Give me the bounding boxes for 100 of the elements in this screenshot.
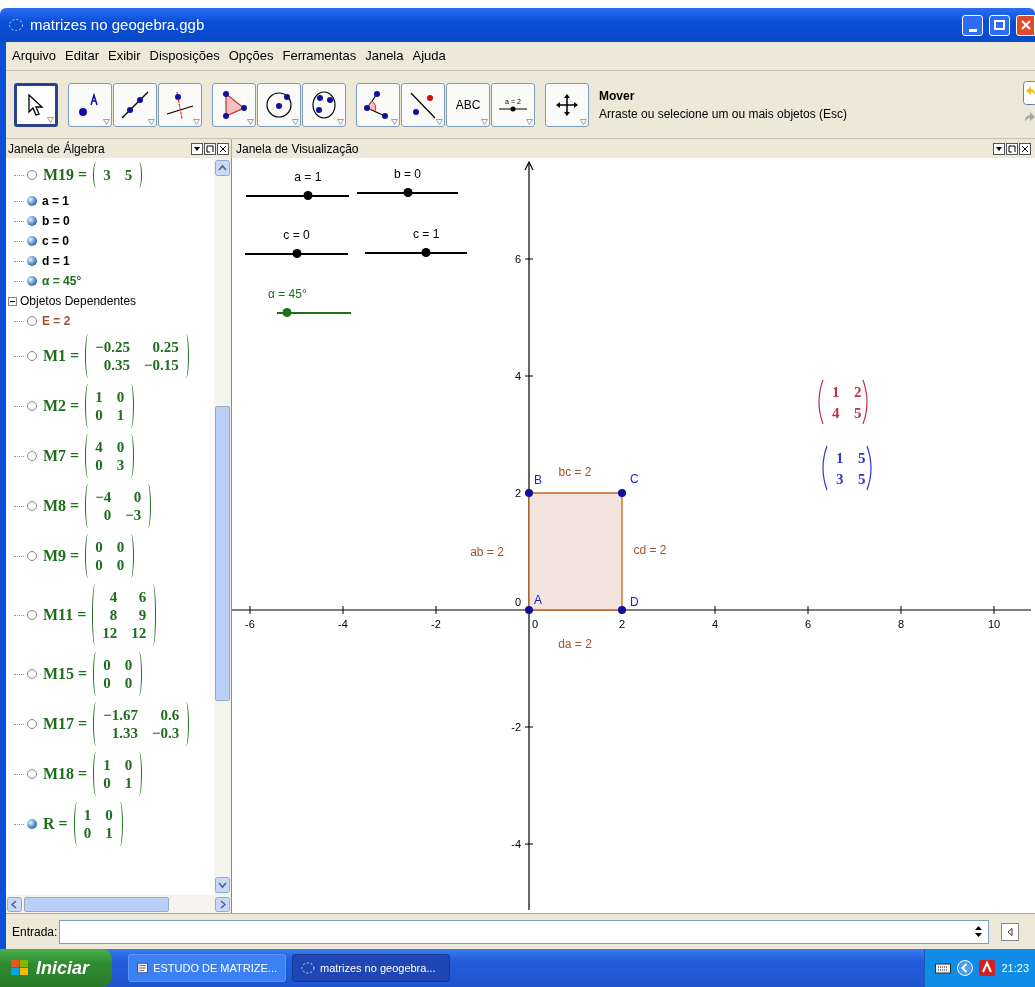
input-field[interactable]: [59, 919, 989, 944]
undo-icon[interactable]: [1023, 80, 1035, 105]
matrix-entry: 1: [105, 824, 113, 842]
object-value[interactable]: a = 1: [42, 191, 70, 211]
tool-button[interactable]: [545, 82, 589, 127]
restore-icon[interactable]: [1006, 142, 1018, 155]
visibility-toggle[interactable]: [27, 819, 37, 829]
scroll-right-icon[interactable]: [215, 896, 230, 912]
restore-icon[interactable]: [204, 142, 216, 155]
matrix-name[interactable]: R =: [43, 812, 68, 836]
matrix-entry: 0: [103, 774, 111, 792]
chevron-left-icon[interactable]: [957, 960, 974, 976]
matrix-name[interactable]: M15 =: [43, 662, 88, 686]
matrix-name[interactable]: M8 =: [43, 494, 80, 518]
axis-tick-label: 2: [618, 618, 626, 630]
object-value[interactable]: α = 45°: [42, 271, 82, 291]
tool-button[interactable]: [302, 82, 346, 127]
dropdown-icon[interactable]: [191, 142, 203, 155]
matrix-name[interactable]: M2 =: [43, 394, 80, 418]
dropdown-triangle-icon: [391, 118, 398, 125]
visibility-toggle[interactable]: [27, 316, 37, 326]
matrix-name[interactable]: M9 =: [43, 544, 80, 568]
slider-thumb[interactable]: [303, 191, 313, 200]
keyboard-icon[interactable]: [935, 962, 952, 974]
visibility-toggle[interactable]: [27, 769, 37, 779]
matrix-entry: 3: [836, 471, 844, 487]
point[interactable]: [525, 606, 533, 614]
tool-button[interactable]: ABC: [446, 82, 490, 127]
taskbar-button[interactable]: matrizes no geogebra...: [292, 954, 450, 982]
visibility-toggle[interactable]: [27, 551, 37, 561]
visibility-toggle[interactable]: [27, 610, 37, 620]
scroll-up-icon[interactable]: [215, 160, 230, 176]
axis-tick-label: -4: [511, 838, 521, 850]
dropdown-icon[interactable]: [993, 142, 1005, 155]
visibility-toggle[interactable]: [27, 276, 37, 286]
maximize-button[interactable]: [989, 14, 1010, 36]
matrix-name[interactable]: M18 =: [43, 762, 88, 786]
tray-app-icon[interactable]: [979, 960, 996, 976]
slider-thumb[interactable]: [403, 188, 412, 197]
object-value[interactable]: b = 0: [42, 211, 70, 231]
visibility-toggle[interactable]: [27, 256, 37, 266]
point[interactable]: [618, 489, 626, 497]
point[interactable]: [525, 489, 533, 497]
scroll-left-icon[interactable]: [7, 896, 22, 912]
matrix-name[interactable]: M19 =: [43, 163, 88, 187]
visibility-toggle[interactable]: [27, 451, 37, 461]
menu-item[interactable]: Editar: [65, 46, 100, 66]
visibility-toggle[interactable]: [27, 719, 37, 729]
tool-button[interactable]: [158, 82, 202, 127]
tool-button[interactable]: [68, 82, 112, 127]
point[interactable]: [618, 606, 626, 614]
close-button[interactable]: [1016, 14, 1035, 36]
scrollbar-thumb[interactable]: [215, 406, 230, 701]
menu-item[interactable]: Janela: [365, 46, 404, 66]
menu-item[interactable]: Exibir: [108, 46, 141, 66]
slider-thumb[interactable]: [282, 308, 292, 317]
object-value[interactable]: d = 1: [42, 251, 70, 271]
taskbar-button[interactable]: ESTUDO DE MATRIZE...: [128, 954, 286, 982]
panel-title: Janela de Visualização: [236, 140, 359, 158]
menu-item[interactable]: Ajuda: [412, 46, 446, 66]
collapse-icon[interactable]: [8, 296, 17, 306]
tool-button[interactable]: [257, 82, 301, 127]
scroll-down-icon[interactable]: [215, 877, 230, 893]
object-value[interactable]: E = 2: [42, 311, 71, 331]
menu-item[interactable]: Ferramentas: [282, 46, 357, 66]
visibility-toggle[interactable]: [27, 501, 37, 511]
slider-thumb[interactable]: [421, 248, 431, 257]
up-down-arrows-icon[interactable]: [975, 926, 982, 937]
object-value[interactable]: c = 0: [42, 231, 70, 251]
menu-item[interactable]: Opções: [228, 46, 274, 66]
scrollbar-thumb[interactable]: [24, 896, 169, 912]
graphics-canvas[interactable]: -6 -4 -2 0 2 4 6 8 10 6 4 2 0 -2 -4 ab = 2 bc = 2 cd = 2 da = 2 B C A D 1 2 4 5 1 5 3 5 a = 1 b = 0 c = 0 c = 1 α = 45°: [232, 158, 1035, 913]
tool-button[interactable]: [113, 82, 157, 127]
tool-button[interactable]: [14, 82, 58, 127]
vertical-scrollbar[interactable]: [214, 158, 231, 895]
visibility-toggle[interactable]: [27, 236, 37, 246]
slider-thumb[interactable]: [292, 249, 301, 258]
tool-button[interactable]: [401, 82, 445, 127]
menu-item[interactable]: Disposições: [149, 46, 220, 66]
group-header[interactable]: Objetos Dependentes: [20, 292, 137, 310]
menu-item[interactable]: Arquivo: [12, 46, 57, 66]
visibility-toggle[interactable]: [27, 401, 37, 411]
matrix-name[interactable]: M1 =: [43, 344, 80, 368]
start-button[interactable]: Iniciar: [0, 949, 112, 987]
matrix-name[interactable]: M7 =: [43, 444, 80, 468]
keyboard-toggle-button[interactable]: [1001, 922, 1019, 941]
matrix-name[interactable]: M17 =: [43, 712, 88, 736]
close-icon[interactable]: [217, 142, 229, 155]
tool-button[interactable]: [212, 82, 256, 127]
visibility-toggle[interactable]: [27, 170, 37, 180]
tool-button[interactable]: [356, 82, 400, 127]
visibility-toggle[interactable]: [27, 216, 37, 226]
horizontal-scrollbar[interactable]: [6, 895, 231, 913]
visibility-toggle[interactable]: [27, 196, 37, 206]
minimize-button[interactable]: [962, 14, 983, 36]
matrix-name[interactable]: M11 =: [43, 603, 87, 627]
axis-tick-label: 8: [897, 618, 905, 630]
close-icon[interactable]: [1019, 142, 1031, 155]
visibility-toggle[interactable]: [27, 669, 37, 679]
visibility-toggle[interactable]: [27, 351, 37, 361]
